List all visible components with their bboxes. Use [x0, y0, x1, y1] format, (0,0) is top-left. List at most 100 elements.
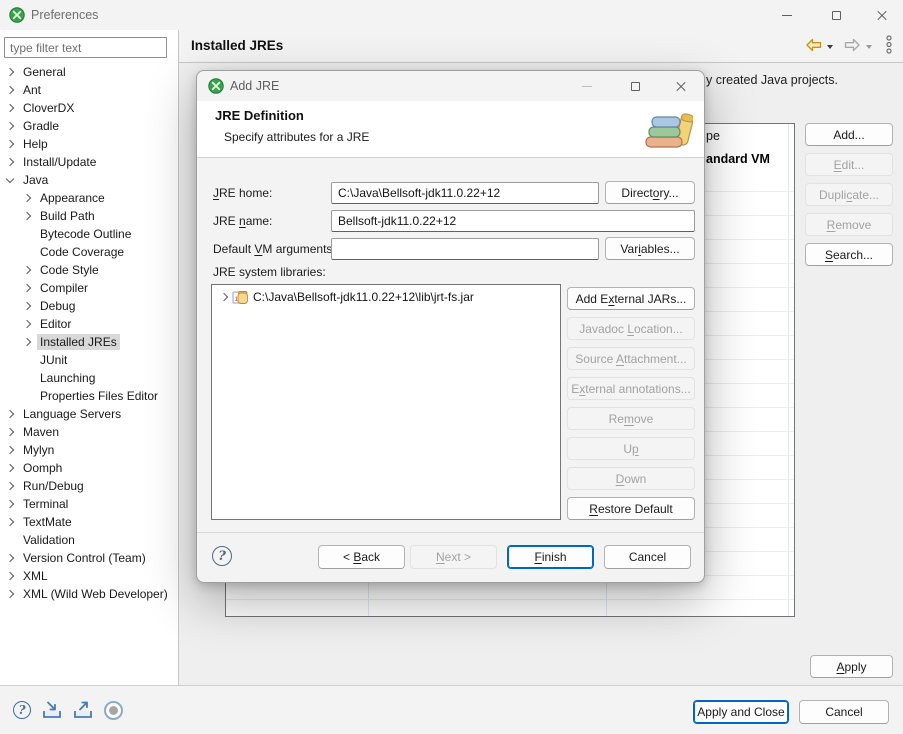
sidebar-item[interactable]: CloverDX [0, 99, 178, 117]
chevron-icon[interactable] [23, 302, 31, 310]
chevron-icon[interactable] [23, 284, 31, 292]
sidebar-item[interactable]: Build Path [0, 207, 178, 225]
maximize-button[interactable] [819, 0, 853, 30]
dialog-maximize-button[interactable] [617, 71, 653, 101]
jre-action-button[interactable]: Edit... [805, 153, 893, 176]
chevron-icon[interactable] [6, 68, 14, 76]
wizard-footer-button[interactable]: Cancel [604, 545, 691, 569]
chevron-icon[interactable] [6, 104, 14, 112]
chevron-icon[interactable] [6, 500, 14, 508]
apply-and-close-button[interactable]: Apply and Close [693, 700, 789, 724]
library-action-button[interactable]: Add External JARs... [567, 287, 695, 310]
chevron-icon[interactable] [6, 590, 14, 598]
sidebar-item[interactable]: TextMate [0, 513, 178, 531]
sidebar-item[interactable]: Code Coverage [0, 243, 178, 261]
chevron-icon[interactable] [23, 266, 31, 274]
sidebar-item[interactable]: Language Servers [0, 405, 178, 423]
library-action-buttons: Add External JARs... Javadoc Location...… [567, 287, 695, 520]
chevron-icon[interactable] [6, 122, 14, 130]
filter-input[interactable] [4, 37, 167, 58]
sidebar-item[interactable]: Terminal [0, 495, 178, 513]
chevron-icon[interactable] [6, 482, 14, 490]
library-action-button[interactable]: Javadoc Location... [567, 317, 695, 340]
sidebar-item[interactable]: Appearance [0, 189, 178, 207]
sidebar-item[interactable]: XML [0, 567, 178, 585]
button-label: Restore Default [589, 502, 672, 516]
chevron-icon[interactable] [6, 86, 14, 94]
sidebar-item[interactable]: Editor [0, 315, 178, 333]
help-icon[interactable]: ? [13, 701, 31, 719]
sidebar-item[interactable]: Debug [0, 297, 178, 315]
view-menu-icon[interactable] [885, 35, 893, 57]
preference-recorder-icon[interactable] [104, 701, 123, 720]
library-action-button[interactable]: Up [567, 437, 695, 460]
chevron-icon[interactable] [6, 428, 14, 436]
library-action-button[interactable]: Restore Default [567, 497, 695, 520]
library-action-button[interactable]: Remove [567, 407, 695, 430]
minimize-button[interactable] [770, 0, 804, 30]
sidebar-item[interactable]: Oomph [0, 459, 178, 477]
library-action-button[interactable]: Down [567, 467, 695, 490]
sidebar-item[interactable]: Ant [0, 81, 178, 99]
jre-action-button[interactable]: Remove [805, 213, 893, 236]
chevron-icon[interactable] [6, 518, 14, 526]
chevron-icon[interactable] [6, 175, 14, 183]
sidebar-item[interactable]: XML (Wild Web Developer) [0, 585, 178, 603]
footer-divider [197, 532, 704, 533]
sidebar-item[interactable]: Launching [0, 369, 178, 387]
library-action-button[interactable]: External annotations... [567, 377, 695, 400]
chevron-icon[interactable] [6, 446, 14, 454]
wizard-footer-button[interactable]: Finish [507, 545, 594, 569]
sidebar-item[interactable]: JUnit [0, 351, 178, 369]
chevron-icon[interactable] [6, 464, 14, 472]
dialog-close-button[interactable] [663, 71, 699, 101]
wizard-help-icon[interactable]: ? [212, 546, 232, 566]
apply-button[interactable]: Apply [810, 655, 893, 678]
sidebar-item[interactable]: Version Control (Team) [0, 549, 178, 567]
chevron-icon[interactable] [23, 338, 31, 346]
directory-button[interactable]: Directory... [605, 181, 695, 204]
sidebar-item[interactable]: Install/Update [0, 153, 178, 171]
chevron-icon[interactable] [6, 572, 14, 580]
sidebar-item[interactable]: Properties Files Editor [0, 387, 178, 405]
chevron-icon[interactable] [220, 293, 228, 301]
library-action-button[interactable]: Source Attachment... [567, 347, 695, 370]
library-list-item[interactable]: 10 C:\Java\Bellsoft-jdk11.0.22+12\lib\jr… [212, 287, 560, 307]
sidebar-item[interactable]: General [0, 63, 178, 81]
sidebar-item[interactable]: Java [0, 171, 178, 189]
sidebar-item[interactable]: Maven [0, 423, 178, 441]
jre-name-input[interactable]: Bellsoft-jdk11.0.22+12 [331, 210, 695, 232]
chevron-icon[interactable] [23, 320, 31, 328]
jre-home-input[interactable]: C:\Java\Bellsoft-jdk11.0.22+12 [331, 182, 599, 204]
back-history-caret-icon[interactable] [827, 45, 833, 49]
chevron-icon[interactable] [6, 140, 14, 148]
sidebar-item[interactable]: Compiler [0, 279, 178, 297]
chevron-icon[interactable] [23, 194, 31, 202]
sidebar-item[interactable]: Mylyn [0, 441, 178, 459]
sidebar-item[interactable]: Gradle [0, 117, 178, 135]
chevron-icon[interactable] [6, 554, 14, 562]
variables-button[interactable]: Variables... [605, 237, 695, 260]
sidebar-item[interactable]: Installed JREs [0, 333, 178, 351]
wizard-footer-button[interactable]: < Back [318, 545, 405, 569]
system-libraries-list[interactable]: 10 C:\Java\Bellsoft-jdk11.0.22+12\lib\jr… [211, 284, 561, 520]
sidebar-item-label: Build Path [37, 208, 98, 224]
export-preferences-icon[interactable] [71, 700, 96, 723]
jre-action-button[interactable]: Duplicate... [805, 183, 893, 206]
jre-action-button[interactable]: Add... [805, 123, 893, 146]
close-button[interactable] [865, 0, 899, 30]
sidebar-item[interactable]: Run/Debug [0, 477, 178, 495]
sidebar-item[interactable]: Validation [0, 531, 178, 549]
sidebar-item[interactable]: Help [0, 135, 178, 153]
sidebar-item[interactable]: Code Style [0, 261, 178, 279]
chevron-icon[interactable] [23, 212, 31, 220]
wizard-footer-button[interactable]: Next > [410, 545, 497, 569]
chevron-icon[interactable] [6, 410, 14, 418]
back-arrow-icon[interactable] [805, 38, 822, 55]
import-preferences-icon[interactable] [40, 700, 65, 723]
sidebar-item[interactable]: Bytecode Outline [0, 225, 178, 243]
cancel-button[interactable]: Cancel [799, 700, 889, 724]
chevron-icon[interactable] [6, 158, 14, 166]
vm-arguments-input[interactable] [331, 238, 599, 260]
jre-action-button[interactable]: Search... [805, 243, 893, 266]
